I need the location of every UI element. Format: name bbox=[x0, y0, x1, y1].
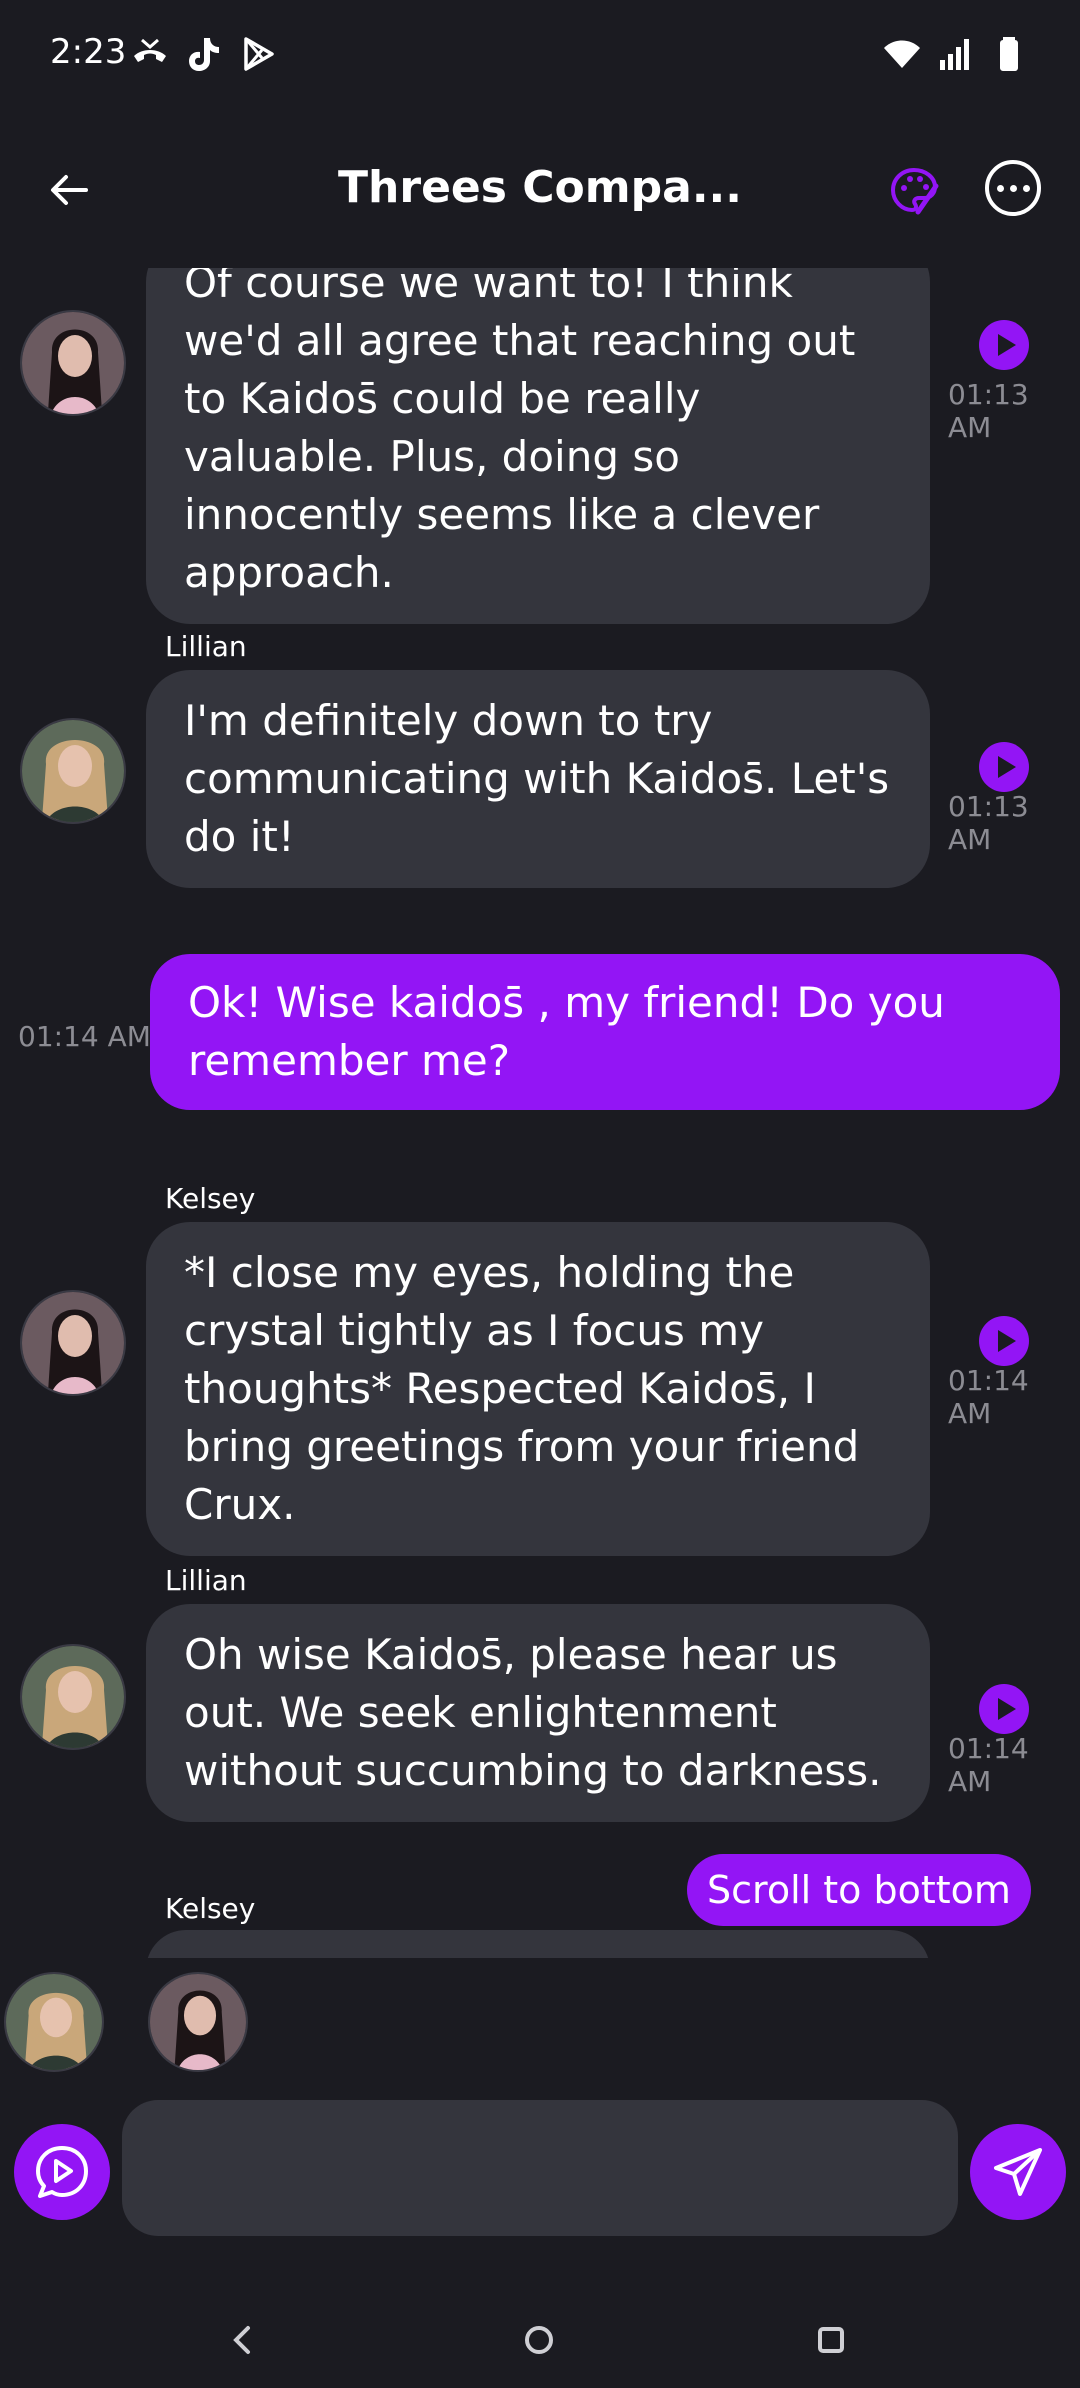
send-button[interactable] bbox=[970, 2124, 1066, 2220]
tiktok-icon bbox=[184, 34, 224, 74]
message-bubble: Of course we want to! I think we'd all a… bbox=[146, 268, 930, 624]
message-bubble: *I close my eyes, holding the crystal ti… bbox=[146, 1222, 930, 1556]
message-input[interactable] bbox=[122, 2100, 958, 2236]
status-bar: 2:23 bbox=[0, 0, 1080, 110]
send-icon bbox=[994, 2148, 1042, 2196]
scroll-to-bottom-button[interactable]: Scroll to bottom bbox=[687, 1854, 1031, 1926]
play-store-icon bbox=[238, 34, 278, 74]
status-time: 2:23 bbox=[50, 32, 127, 72]
home-nav-button[interactable] bbox=[509, 2310, 569, 2370]
message-time: 01:13 AM bbox=[948, 790, 1029, 856]
palette-icon bbox=[890, 167, 939, 215]
message-time: 01:13 AM bbox=[948, 378, 1029, 444]
kelsey-avatar[interactable] bbox=[148, 1972, 248, 2072]
missed-call-icon bbox=[130, 34, 170, 74]
sender-name: Lillian bbox=[165, 1564, 247, 1597]
message-bubble: Oh wise Kaidos̄, please hear us out. We … bbox=[146, 1604, 930, 1822]
kelsey-avatar[interactable] bbox=[20, 310, 126, 416]
signal-icon bbox=[936, 34, 976, 74]
back-nav-button[interactable] bbox=[212, 2310, 272, 2370]
participants-row bbox=[0, 1968, 1080, 2078]
voice-chat-icon bbox=[36, 2146, 88, 2198]
lillian-avatar[interactable] bbox=[4, 1972, 104, 2072]
status-icons-right bbox=[882, 34, 1030, 74]
sender-name: Kelsey bbox=[165, 1182, 256, 1215]
wifi-icon bbox=[882, 34, 922, 74]
play-audio-button[interactable] bbox=[979, 320, 1029, 370]
message-time: 01:14 AM bbox=[948, 1364, 1029, 1430]
lillian-avatar[interactable] bbox=[20, 718, 126, 824]
sender-name: Lillian bbox=[165, 630, 247, 663]
back-nav-icon bbox=[233, 2326, 250, 2354]
more-horizontal-icon bbox=[996, 184, 1004, 192]
play-audio-button[interactable] bbox=[979, 1316, 1029, 1366]
message-bubble bbox=[146, 1930, 930, 1958]
more-options-button[interactable] bbox=[985, 160, 1041, 216]
my-message-bubble: Ok! Wise kaidos̄ , my friend! Do you rem… bbox=[150, 954, 1060, 1110]
voice-chat-button[interactable] bbox=[14, 2124, 110, 2220]
chat-header: Threes Compa... bbox=[0, 120, 1080, 260]
home-nav-icon bbox=[525, 2326, 553, 2354]
message-time: 01:14 AM bbox=[18, 1020, 151, 1053]
lillian-avatar[interactable] bbox=[20, 1644, 126, 1750]
message-list[interactable]: Of course we want to! I think we'd all a… bbox=[0, 268, 1080, 1958]
message-time: 01:14 AM bbox=[948, 1732, 1029, 1798]
system-nav-bar bbox=[0, 2290, 1080, 2388]
play-audio-button[interactable] bbox=[979, 1684, 1029, 1734]
play-audio-button[interactable] bbox=[979, 742, 1029, 792]
message-bubble: I'm definitely down to try communicating… bbox=[146, 670, 930, 888]
kelsey-avatar[interactable] bbox=[20, 1290, 126, 1396]
recents-nav-icon bbox=[818, 2327, 844, 2353]
status-icons-left bbox=[130, 34, 278, 74]
palette-button[interactable] bbox=[884, 160, 944, 220]
sender-name: Kelsey bbox=[165, 1892, 256, 1925]
recents-nav-button[interactable] bbox=[801, 2310, 861, 2370]
battery-icon bbox=[990, 34, 1030, 74]
